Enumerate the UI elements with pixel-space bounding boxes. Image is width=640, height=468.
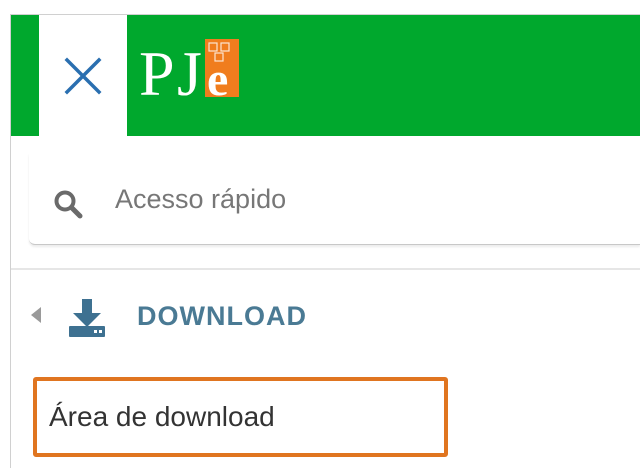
section-label: DOWNLOAD <box>137 301 307 331</box>
close-icon <box>64 57 102 94</box>
pje-logo: P J e <box>139 37 239 111</box>
search-icon <box>54 190 83 219</box>
side-menu-panel: P J e DOWNLOAD <box>10 14 640 468</box>
menu-section-download[interactable]: DOWNLOAD <box>11 287 640 349</box>
logo-letter-e: e <box>207 53 228 106</box>
menu-header: P J e <box>11 15 640 136</box>
caret-left-icon <box>31 307 41 323</box>
divider <box>11 268 640 270</box>
quick-access-input[interactable] <box>115 179 615 219</box>
menu-item-label: Área de download <box>49 401 275 432</box>
logo-letter-j: J <box>177 38 202 109</box>
logo-letter-p: P <box>139 38 175 109</box>
menu-item-area-de-download[interactable]: Área de download <box>33 377 448 457</box>
download-icon <box>69 299 105 337</box>
close-menu-button[interactable] <box>39 15 127 136</box>
quick-access-search <box>29 153 640 245</box>
